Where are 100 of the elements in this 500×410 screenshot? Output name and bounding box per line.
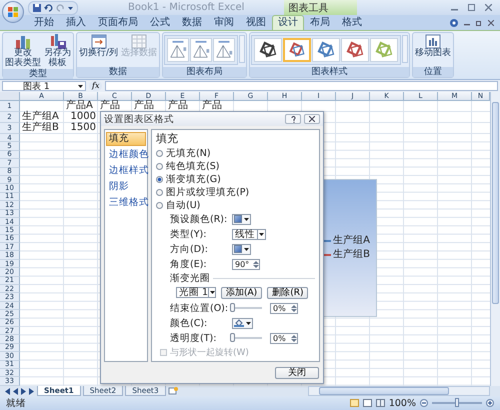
color-dropdown[interactable] — [232, 318, 253, 328]
close-icon[interactable] — [485, 4, 492, 11]
chart-style-thumbnail[interactable] — [312, 38, 340, 62]
chart-layout-thumbnail[interactable] — [167, 38, 190, 62]
status-text: 就绪 — [6, 396, 26, 410]
radio-label[interactable]: 图片或纹理填充(P) — [166, 186, 250, 198]
customize-caret-icon[interactable] — [68, 4, 73, 10]
category-item[interactable]: 边框颜色 — [106, 148, 146, 162]
chart-style-thumbnail[interactable] — [370, 38, 398, 62]
ribbon-tab[interactable]: 视图 — [240, 15, 272, 30]
swatch-dropdown[interactable] — [232, 214, 251, 224]
close-button[interactable]: 关闭 — [275, 367, 319, 379]
radio-label[interactable]: 纯色填充(S) — [166, 160, 220, 172]
maximize-icon[interactable] — [468, 4, 475, 11]
chart-layout-thumbnail[interactable] — [190, 38, 212, 62]
category-item[interactable]: 三维格式 — [106, 196, 146, 210]
zoom-in-icon[interactable] — [486, 399, 494, 407]
angle-spinner[interactable]: 90° — [232, 258, 260, 270]
add-button[interactable]: 添加(A) — [221, 286, 262, 298]
save-icon[interactable] — [33, 4, 41, 12]
ribbon-tab[interactable]: 审阅 — [208, 15, 240, 30]
ribbon-tab[interactable]: 布局 — [304, 15, 336, 30]
ribbon-tab[interactable]: 开始 — [28, 15, 60, 30]
spinner-arrows-icon[interactable] — [253, 260, 259, 268]
chart-style-thumbnail[interactable] — [254, 38, 282, 62]
table-cell: 产品 — [134, 101, 154, 112]
page-break-icon[interactable] — [376, 399, 385, 407]
chart-icon — [425, 34, 442, 49]
name-box[interactable]: 图表 1 — [2, 81, 86, 91]
category-item[interactable]: 阴影 — [106, 180, 146, 194]
undo-icon[interactable] — [44, 4, 53, 12]
value-spinner[interactable]: 0% — [270, 332, 298, 344]
ribbon-tab[interactable]: 页面布局 — [92, 15, 144, 30]
chart-style-thumbnail[interactable] — [283, 38, 312, 62]
table-cell-text: 产品A — [66, 101, 93, 112]
help-button[interactable] — [285, 114, 301, 124]
ribbon-tab[interactable]: 数据 — [176, 15, 208, 30]
radio-button[interactable] — [156, 188, 163, 196]
radio-button[interactable] — [156, 150, 163, 156]
table-cell: 产品 — [168, 101, 188, 112]
ribbon-tab[interactable]: 插入 — [60, 15, 92, 30]
help-icon — [290, 116, 296, 122]
formula-field[interactable] — [105, 81, 498, 91]
type-select[interactable]: 线性 — [232, 228, 266, 240]
window-title: Book1 - Microsoft Excel — [128, 2, 244, 13]
paint-bucket-icon — [234, 319, 244, 327]
ribbon-button[interactable]: 切换行/列 — [78, 34, 120, 58]
caret-icon — [246, 322, 251, 324]
table-cell: 产品 — [202, 101, 222, 112]
bar-chart-icon — [15, 34, 31, 49]
close-icon[interactable] — [488, 20, 494, 26]
legend-label: 生产组A — [333, 236, 370, 246]
caret-icon — [244, 248, 249, 250]
category-item[interactable]: 边框样式 — [106, 164, 146, 178]
chart-layout-thumbnail[interactable] — [213, 38, 236, 62]
ribbon-button[interactable]: 更改 图表类型 — [4, 34, 42, 68]
swatch-dropdown[interactable] — [232, 244, 251, 254]
ribbon-button[interactable]: 另存为 模板 — [43, 34, 72, 68]
ribbon-tab[interactable]: 公式 — [144, 15, 176, 30]
close-button[interactable] — [304, 114, 320, 124]
zoom-out-icon[interactable] — [420, 399, 428, 407]
radio-button[interactable] — [156, 202, 163, 208]
category-item[interactable]: 填充 — [106, 132, 146, 146]
radio-label[interactable]: 无填充(N) — [166, 146, 211, 160]
radio-button[interactable] — [156, 176, 163, 182]
close-icon — [309, 116, 315, 122]
radio-label[interactable]: 渐变填充(G) — [166, 172, 221, 186]
vertical-scrollbar[interactable] — [490, 92, 500, 386]
normal-view-icon[interactable] — [350, 399, 359, 407]
field-label: 方向(D): — [170, 242, 209, 256]
gallery-scrollbar[interactable] — [402, 35, 408, 63]
chart-style-thumbnail[interactable] — [341, 38, 370, 62]
restore-icon[interactable] — [476, 20, 482, 26]
stop-select[interactable]: 光圈 1 — [176, 287, 216, 298]
insert-sheet-icon[interactable] — [168, 387, 178, 395]
delete-button[interactable]: 删除(R) — [267, 286, 308, 298]
ribbon-tab[interactable]: 格式 — [336, 15, 368, 30]
page-layout-icon[interactable] — [362, 399, 372, 407]
office-button[interactable] — [2, 1, 24, 23]
legend-label: 生产组B — [333, 250, 370, 260]
value-spinner[interactable]: 0% — [270, 302, 298, 314]
radio-button[interactable] — [156, 162, 163, 170]
slider-thumb[interactable] — [230, 303, 235, 312]
ribbon-tab[interactable]: 设计 — [272, 15, 304, 30]
help-icon[interactable] — [450, 19, 458, 27]
spinner-arrows-icon[interactable] — [291, 304, 297, 312]
gallery-scrollbar[interactable] — [239, 35, 246, 63]
zoom-slider-thumb[interactable] — [455, 398, 459, 407]
slider-thumb[interactable] — [230, 333, 235, 342]
spinner-arrows-icon[interactable] — [291, 334, 297, 342]
field-label: 类型(Y): — [170, 228, 208, 240]
caret-icon — [244, 218, 249, 220]
radio-label[interactable]: 自动(U) — [166, 198, 200, 212]
field-label: 预设颜色(R): — [170, 212, 228, 226]
caret-icon — [210, 291, 215, 294]
horizontal-scrollbar[interactable] — [308, 386, 490, 396]
ribbon-button[interactable]: 移动图表 — [414, 34, 452, 58]
caret-icon — [259, 232, 264, 236]
section-heading: 填充 — [156, 132, 179, 146]
insert-function-button[interactable]: fx — [89, 81, 102, 91]
